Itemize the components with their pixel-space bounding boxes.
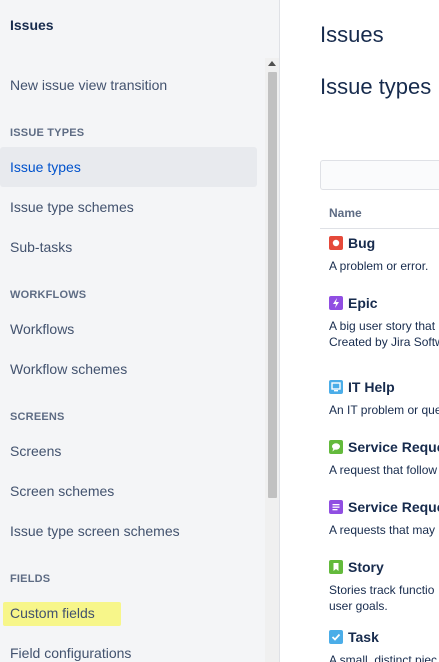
sidebar-item-label: Workflow schemes — [10, 361, 128, 377]
section-heading-issue-types: ISSUE TYPES — [10, 127, 85, 139]
section-title: Issue types — [320, 74, 432, 99]
issue-type-name[interactable]: Bug — [348, 235, 375, 251]
service-request-icon — [329, 440, 343, 454]
issue-type-name[interactable]: Task — [348, 629, 379, 645]
scroll-up-arrow-icon[interactable] — [268, 61, 276, 66]
issue-type-description: A problem or error. — [329, 259, 429, 273]
sidebar-item-screens[interactable]: Screens — [0, 431, 257, 471]
sidebar-item-issue-types[interactable]: Issue types — [0, 147, 257, 187]
issue-type-description: An IT problem or que — [329, 403, 439, 417]
sidebar-item-workflows[interactable]: Workflows — [0, 309, 257, 349]
story-icon — [329, 560, 343, 574]
sidebar-scrollbar[interactable] — [265, 58, 279, 662]
sidebar-item-label: Issue type screen schemes — [10, 523, 180, 539]
issue-type-name[interactable]: Epic — [348, 295, 378, 311]
issue-type-description: A big user story that Created by Jira So… — [329, 319, 439, 349]
issue-type-name[interactable]: Story — [348, 559, 384, 575]
sidebar-item-issue-type-screen-schemes[interactable]: Issue type screen schemes — [0, 511, 257, 551]
issue-type-description: A request that follow — [329, 463, 438, 477]
scrollbar-thumb[interactable] — [268, 72, 277, 498]
search-input[interactable] — [320, 160, 439, 190]
sidebar-item-new-issue-view-transition[interactable]: New issue view transition — [0, 65, 257, 105]
sidebar-item-screen-schemes[interactable]: Screen schemes — [0, 471, 257, 511]
sidebar-item-label: Screen schemes — [10, 483, 115, 499]
epic-icon — [329, 296, 343, 310]
table-header-divider — [320, 228, 439, 229]
sidebar-item-label: Issue type schemes — [10, 199, 134, 215]
section-heading-workflows: WORKFLOWS — [10, 289, 87, 301]
sidebar-item-label: Field configurations — [10, 645, 132, 661]
sidebar-title: Issues — [10, 17, 54, 33]
sidebar-item-label: Sub-tasks — [10, 239, 73, 255]
bug-icon — [329, 236, 343, 250]
sidebar-item-label: Custom fields — [10, 605, 95, 621]
section-heading-screens: SCREENS — [10, 411, 65, 423]
issue-type-description: A small, distinct piec — [329, 653, 438, 662]
task-icon — [329, 630, 343, 644]
it-help-icon — [329, 380, 343, 394]
issue-type-name[interactable]: Service Reque — [348, 499, 439, 515]
sidebar-item-issue-type-schemes[interactable]: Issue type schemes — [0, 187, 257, 227]
issue-type-description: A requests that may — [329, 523, 436, 537]
sidebar-item-workflow-schemes[interactable]: Workflow schemes — [0, 349, 257, 389]
sidebar-item-custom-fields[interactable]: Custom fields — [0, 593, 257, 633]
sidebar-item-label: Screens — [10, 443, 62, 459]
sidebar: Issues New issue view transition ISSUE T… — [0, 0, 280, 662]
issue-type-name[interactable]: IT Help — [348, 379, 395, 395]
sidebar-item-label: Workflows — [10, 321, 75, 337]
section-heading-fields: FIELDS — [10, 573, 51, 585]
main-content: Issues Issue types Name Bug A problem or… — [280, 0, 439, 662]
sidebar-item-label: Issue types — [10, 159, 81, 175]
page-title: Issues — [320, 22, 384, 47]
column-header-name: Name — [329, 206, 362, 220]
service-request-approval-icon — [329, 500, 343, 514]
issue-type-description: Stories track functio user goals. — [329, 583, 435, 613]
sidebar-item-sub-tasks[interactable]: Sub-tasks — [0, 227, 257, 267]
sidebar-item-label: New issue view transition — [10, 77, 168, 93]
issue-type-name[interactable]: Service Reque — [348, 439, 439, 455]
sidebar-item-field-configurations[interactable]: Field configurations — [0, 633, 257, 662]
